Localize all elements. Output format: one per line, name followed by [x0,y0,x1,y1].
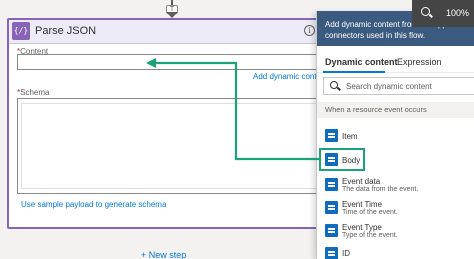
dynamic-content-icon [325,247,338,259]
body-highlight-box [319,148,365,171]
new-step-button[interactable]: + New step [141,250,186,259]
zoom-level: 100% [446,8,470,18]
tab-dynamic-content[interactable]: Dynamic content [325,57,398,67]
search-icon [330,81,338,89]
search-dynamic-content-input[interactable]: Search dynamic content [323,77,474,95]
schema-label: *Schema [17,88,49,97]
dynamic-content-icon [325,224,338,237]
dynamic-item-name: Item [342,132,358,141]
dynamic-item-description: The data from the event. [342,186,419,193]
sample-payload-link[interactable]: Use sample payload to generate schema [21,200,166,209]
tab-expression[interactable]: Expression [397,57,442,67]
section-header: When a resource event occurs [317,102,474,118]
search-placeholder: Search dynamic content [346,82,432,91]
section-title: When a resource event occurs [325,105,427,114]
schema-editor[interactable] [17,98,321,194]
magnifier-control[interactable]: 100% [412,0,474,27]
schema-label-text: Schema [20,88,50,97]
dynamic-item-event-time[interactable]: Event Time Time of the event. [317,197,474,219]
dynamic-content-panel: Add dynamic content from the apps and co… [316,11,474,259]
parse-json-card: {/} Parse JSON i *Content Add dynamic co… [7,18,329,229]
info-icon[interactable]: i [304,25,315,36]
dynamic-content-icon [325,201,338,214]
data-operation-icon: {/} [12,22,30,40]
content-input[interactable] [17,54,321,70]
card-title: Parse JSON [35,25,97,37]
dynamic-item-name: Event data [342,177,381,186]
dynamic-item-event-type[interactable]: Event Type Type of the event. [317,220,474,242]
dynamic-item-name: ID [342,249,350,258]
magnifier-icon [421,7,430,16]
schema-editor-area[interactable] [21,103,317,189]
dynamic-item-event-data[interactable]: Event data The data from the event. [317,174,474,196]
card-header[interactable]: {/} Parse JSON i [9,20,327,44]
panel-tabs: Dynamic content Expression [317,51,474,73]
dynamic-item-name: Event Time [342,200,383,209]
dynamic-item-description: Time of the event. [342,209,398,216]
dynamic-content-icon [325,129,338,142]
dynamic-item-item[interactable]: Item [317,125,474,147]
dynamic-item-description: Type of the event. [342,232,398,239]
dynamic-content-icon [325,178,338,191]
dynamic-item-id[interactable]: ID [317,243,474,259]
dynamic-item-name: Event Type [342,223,382,232]
active-tab-indicator [323,71,385,73]
